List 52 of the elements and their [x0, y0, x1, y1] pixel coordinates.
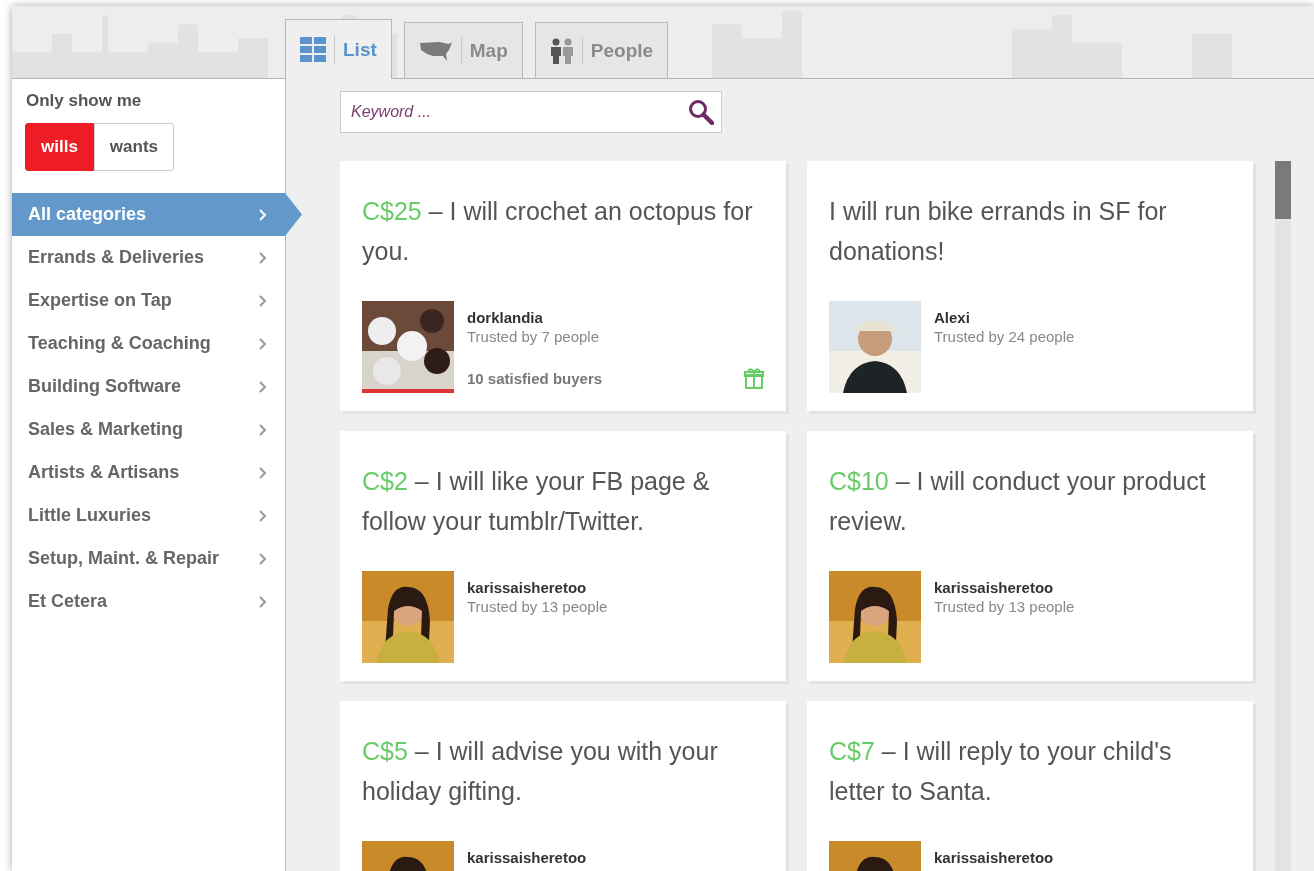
chevron-icon: [259, 595, 267, 608]
category-item[interactable]: Et Cetera: [12, 580, 302, 623]
map-icon: [418, 39, 453, 62]
category-item[interactable]: Building Software: [12, 365, 302, 408]
category-item[interactable]: Errands & Deliveries: [12, 236, 302, 279]
listing-title: C$7 – I will reply to your child's letter to Santa.: [829, 736, 1173, 807]
listing-card[interactable]: C$2 – I will like your FB page & follow your tumblr/Twitter. karissaisheretoo Trusted by 13 people: [340, 431, 786, 681]
listing-card[interactable]: C$5 – I will advise you with your holiday gifting. karissaisheretoo: [340, 701, 786, 871]
toggle-button[interactable]: wants: [93, 123, 175, 171]
trust-count: Trusted by 13 people: [934, 598, 1076, 615]
chevron-icon: [259, 208, 267, 221]
listing-card[interactable]: C$7 – I will reply to your child's letter to Santa. karissaisheretoo: [807, 701, 1253, 871]
trust-count: Trusted by 7 people: [467, 328, 601, 345]
user-name[interactable]: karissaisheretoo: [467, 579, 764, 596]
trust-count: Trusted by 13 people: [467, 598, 609, 615]
user-name[interactable]: karissaisheretoo: [934, 849, 1231, 866]
category-item[interactable]: Setup, Maint. & Repair: [12, 537, 302, 580]
buyers-count: 10 satisfied buyers: [467, 369, 603, 387]
category-item[interactable]: Teaching & Coaching: [12, 322, 302, 365]
category-item[interactable]: Sales & Marketing: [12, 408, 302, 451]
people-icon: [549, 37, 574, 64]
chevron-icon: [259, 294, 267, 307]
trust-count: Trusted by 24 people: [934, 328, 1076, 345]
listing-card[interactable]: C$25 – I will crochet an octopus for you. dorklandia Trusted by 7 people 10 satisfied buyers: [340, 161, 786, 411]
chevron-icon: [259, 251, 267, 264]
category-item[interactable]: Artists & Artisans: [12, 451, 302, 494]
user-name[interactable]: dorklandia: [467, 309, 764, 326]
grid-icon: [300, 36, 326, 63]
listing-title: C$10 – I will conduct your product review.: [829, 466, 1207, 537]
listing-card[interactable]: C$10 – I will conduct your product review. karissaisheretoo Trusted by 13 people: [807, 431, 1253, 681]
category-item[interactable]: All categories: [12, 193, 302, 236]
search-field[interactable]: Keyword ...: [340, 91, 722, 133]
category-item[interactable]: Expertise on Tap: [12, 279, 302, 322]
chevron-icon: [259, 552, 267, 565]
chevron-icon: [259, 337, 267, 350]
toggle-button[interactable]: wills: [25, 123, 94, 171]
scrollbar[interactable]: [1275, 161, 1291, 871]
chevron-icon: [259, 380, 267, 393]
filter-heading: Only show me: [25, 91, 143, 111]
listing-title: I will run bike errands in SF for donations!: [829, 196, 1168, 267]
listing-title: C$5 – I will advise you with your holiday gifting.: [362, 736, 719, 807]
chevron-icon: [259, 423, 267, 436]
user-name[interactable]: karissaisheretoo: [934, 579, 1231, 596]
search-icon: [688, 99, 714, 125]
category-item[interactable]: Little Luxuries: [12, 494, 302, 537]
user-name[interactable]: Alexi: [934, 309, 1231, 326]
listing-title: C$25 – I will crochet an octopus for you.: [362, 196, 754, 267]
listing-card[interactable]: I will run bike errands in SF for donations! Alexi Trusted by 24 people: [807, 161, 1253, 411]
listing-title: C$2 – I will like your FB page & follow your tumblr/Twitter.: [362, 466, 711, 537]
chevron-icon: [259, 466, 267, 479]
chevron-icon: [259, 509, 267, 522]
user-name[interactable]: karissaisheretoo: [467, 849, 764, 866]
